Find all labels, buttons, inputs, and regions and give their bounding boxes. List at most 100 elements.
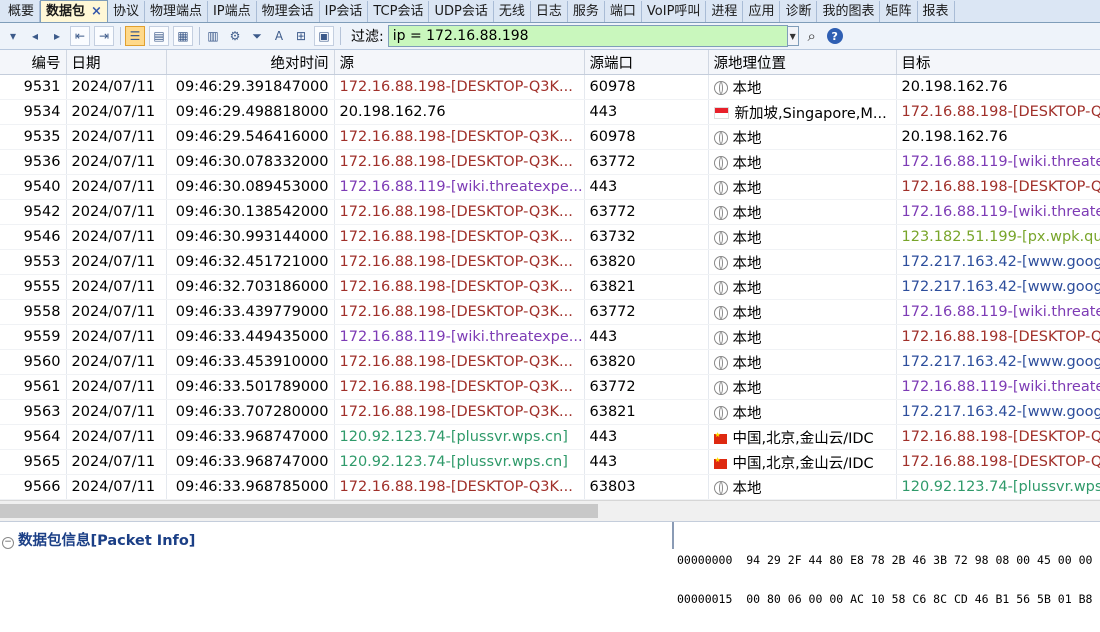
table-row[interactable]: 9563 2024/07/11 09:46:33.707280000 172.16.8… bbox=[0, 399, 1100, 425]
help-icon[interactable]: ? bbox=[826, 28, 843, 44]
filter-funnel-icon[interactable]: ⏷ bbox=[248, 27, 266, 45]
table-row[interactable]: 9536 2024/07/11 09:46:30.078332000 172.16.8… bbox=[0, 149, 1100, 175]
cell-abs-time: 09:46:29.498818000 bbox=[166, 99, 335, 125]
table-row[interactable]: 9535 2024/07/11 09:46:29.546416000 172.16.8… bbox=[0, 124, 1100, 150]
tab-17[interactable]: 我的图表 bbox=[817, 1, 881, 22]
tab-9[interactable]: 无线 bbox=[494, 1, 531, 22]
packet-list: 编号 日期 绝对时间源源端口 源地理位置 目标 9531 2024/07/11 09:46:… bbox=[0, 50, 1100, 500]
close-tab-icon[interactable]: × bbox=[91, 2, 102, 22]
list-view-icon[interactable]: ☰ bbox=[125, 26, 145, 46]
cell-date: 2024/07/11 bbox=[66, 74, 167, 100]
column-header[interactable]: 日期 bbox=[66, 50, 167, 75]
tab-5[interactable]: 物理会话 bbox=[257, 1, 320, 22]
geo-label: 中国,北京,金山云/IDC bbox=[732, 430, 874, 447]
tab-11[interactable]: 服务 bbox=[568, 1, 605, 22]
tab-19[interactable]: 报表 bbox=[918, 1, 955, 22]
tab-2[interactable]: 协议 bbox=[108, 1, 145, 22]
horizontal-scrollbar[interactable] bbox=[0, 500, 1100, 521]
tab-14[interactable]: 进程 bbox=[706, 1, 744, 22]
table-row[interactable]: 9542 2024/07/11 09:46:30.138542000 172.16.8… bbox=[0, 199, 1100, 225]
pane-splitter[interactable] bbox=[672, 522, 674, 549]
cell-number: 9536 bbox=[0, 149, 67, 175]
tab-0[interactable]: 概要 bbox=[0, 1, 41, 22]
cell-source-port: 63772 bbox=[584, 149, 709, 175]
tab-6[interactable]: IP会话 bbox=[320, 1, 369, 22]
tab-10[interactable]: 日志 bbox=[531, 1, 568, 22]
table-row[interactable]: 9559 2024/07/11 09:46:33.449435000 172.16.8… bbox=[0, 324, 1100, 350]
column-header[interactable]: 绝对时间 bbox=[166, 50, 335, 75]
table-row[interactable]: 9534 2024/07/11 09:46:29.498818000 20.198.1… bbox=[0, 99, 1100, 125]
table-row[interactable]: 9540 2024/07/11 09:46:30.089453000 172.16.8… bbox=[0, 174, 1100, 200]
china-flag-icon bbox=[713, 456, 727, 469]
tab-12[interactable]: 端口 bbox=[605, 1, 642, 22]
geo-label: 本地 bbox=[732, 205, 762, 222]
tab-16[interactable]: 诊断 bbox=[780, 1, 818, 22]
tab-3[interactable]: 物理端点 bbox=[145, 1, 208, 22]
cell-number: 9566 bbox=[0, 474, 67, 500]
tab-label: 物理会话 bbox=[261, 3, 314, 19]
cell-source-port: 63803 bbox=[584, 474, 709, 500]
tab-label: TCP会话 bbox=[373, 3, 424, 19]
columns-icon[interactable]: ▥ bbox=[204, 27, 222, 45]
table-row[interactable]: 9553 2024/07/11 09:46:32.451721000 172.16.8… bbox=[0, 249, 1100, 275]
hex-view-icon[interactable]: ▦ bbox=[173, 26, 193, 46]
column-header[interactable]: 目标 bbox=[896, 50, 1100, 75]
table-row[interactable]: 9566 2024/07/11 09:46:33.968785000 172.16.8… bbox=[0, 474, 1100, 500]
bookmark-next-icon[interactable]: ⇥ bbox=[94, 26, 114, 46]
table-row[interactable]: 9565 2024/07/11 09:46:33.968747000 120.92.1… bbox=[0, 449, 1100, 475]
cell-destination: 120.92.123.74-[plussvr.wps bbox=[896, 474, 1100, 500]
cell-date: 2024/07/11 bbox=[66, 249, 167, 275]
tab-label: IP会话 bbox=[324, 3, 363, 19]
column-header[interactable]: 源地理位置 bbox=[708, 50, 897, 75]
tab-7[interactable]: TCP会话 bbox=[368, 1, 430, 22]
back-arrow-icon[interactable]: ◂ bbox=[26, 27, 44, 45]
cell-date: 2024/07/11 bbox=[66, 124, 167, 150]
table-row[interactable]: 9546 2024/07/11 09:46:30.993144000 172.16.8… bbox=[0, 224, 1100, 250]
tab-18[interactable]: 矩阵 bbox=[880, 1, 918, 22]
packet-info-header[interactable]: − 数据包信息[Packet Info] bbox=[2, 529, 195, 550]
tab-4[interactable]: IP端点 bbox=[208, 1, 257, 22]
cell-destination: 172.16.88.198-[DESKTOP-Q3K bbox=[896, 174, 1100, 200]
column-header[interactable]: 编号 bbox=[0, 50, 67, 75]
text-style-icon[interactable]: A bbox=[270, 27, 288, 45]
cell-source: 172.16.88.198-[DESKTOP-Q3K... bbox=[334, 74, 585, 100]
table-row[interactable]: 9531 2024/07/11 09:46:29.391847000 172.16.8… bbox=[0, 74, 1100, 100]
cell-source-port: 443 bbox=[584, 174, 709, 200]
cell-source: 172.16.88.198-[DESKTOP-Q3K... bbox=[334, 399, 585, 425]
table-row[interactable]: 9558 2024/07/11 09:46:33.439779000 172.16.8… bbox=[0, 299, 1100, 325]
column-header[interactable]: 源 bbox=[334, 50, 585, 75]
cell-number: 9565 bbox=[0, 449, 67, 475]
detail-view-icon[interactable]: ▤ bbox=[149, 26, 169, 46]
cell-date: 2024/07/11 bbox=[66, 224, 167, 250]
tab-1[interactable]: 数据包 × bbox=[40, 0, 108, 22]
bookmark-prev-icon[interactable]: ⇤ bbox=[70, 26, 90, 46]
search-icon[interactable]: ⌕ bbox=[803, 27, 821, 45]
save-icon[interactable]: ▣ bbox=[314, 26, 334, 46]
tab-13[interactable]: VoIP呼叫 bbox=[642, 1, 707, 22]
globe-icon bbox=[713, 180, 728, 195]
tree-icon[interactable]: ⊞ bbox=[292, 27, 310, 45]
collapse-icon[interactable]: − bbox=[2, 537, 14, 549]
filter-input[interactable] bbox=[387, 25, 788, 47]
cell-abs-time: 09:46:30.993144000 bbox=[166, 224, 335, 250]
tab-15[interactable]: 应用 bbox=[743, 1, 781, 22]
table-row[interactable]: 9564 2024/07/11 09:46:33.968747000 120.92.1… bbox=[0, 424, 1100, 450]
cell-source-geo: 本地 bbox=[708, 324, 897, 350]
decode-icon[interactable]: ⚙ bbox=[226, 27, 244, 45]
forward-arrow-icon[interactable]: ▸ bbox=[48, 27, 66, 45]
cell-number: 9564 bbox=[0, 424, 67, 450]
cell-destination: 172.16.88.198-[DESKTOP-Q3K bbox=[896, 324, 1100, 350]
cell-source-geo: 本地 bbox=[708, 149, 897, 175]
column-header[interactable]: 源端口 bbox=[584, 50, 709, 75]
filter-history-dropdown[interactable]: ▼ bbox=[787, 26, 799, 46]
table-row[interactable]: 9560 2024/07/11 09:46:33.453910000 172.16.8… bbox=[0, 349, 1100, 375]
scrollbar-thumb[interactable] bbox=[0, 504, 598, 518]
geo-label: 本地 bbox=[732, 405, 762, 422]
table-row[interactable]: 9555 2024/07/11 09:46:32.703186000 172.16.8… bbox=[0, 274, 1100, 300]
tab-label: 概要 bbox=[8, 3, 35, 19]
table-row[interactable]: 9561 2024/07/11 09:46:33.501789000 172.16.8… bbox=[0, 374, 1100, 400]
tab-label: 诊断 bbox=[785, 3, 812, 19]
tab-8[interactable]: UDP会话 bbox=[429, 1, 494, 22]
cell-source: 172.16.88.198-[DESKTOP-Q3K... bbox=[334, 474, 585, 500]
dropdown-arrow-icon[interactable]: ▾ bbox=[4, 27, 22, 45]
